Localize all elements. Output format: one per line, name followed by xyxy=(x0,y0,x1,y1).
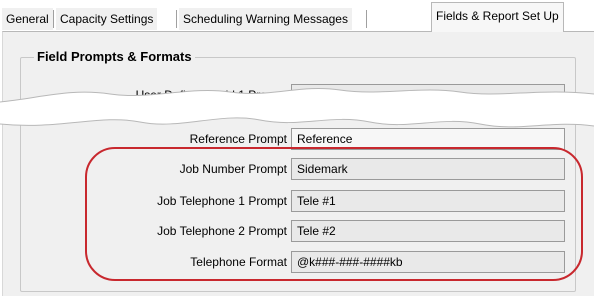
job-number-prompt-label: Job Number Prompt xyxy=(179,162,287,176)
tab-separator xyxy=(366,10,367,28)
tab-capacity-settings[interactable]: Capacity Settings xyxy=(56,8,158,30)
tab-general[interactable]: General xyxy=(2,8,53,30)
telephone-format-input[interactable]: @k###-###-####kb xyxy=(291,251,565,273)
torn-paper-overlay xyxy=(0,87,594,128)
dialog-root: General Capacity Settings Scheduling War… xyxy=(0,0,594,296)
tab-scheduling-warning-messages[interactable]: Scheduling Warning Messages xyxy=(179,8,352,30)
job-telephone-1-prompt-row: Job Telephone 1 Prompt Tele #1 xyxy=(0,190,594,212)
telephone-format-row: Telephone Format @k###-###-####kb xyxy=(0,251,594,273)
tab-separator xyxy=(53,10,54,28)
job-telephone-2-prompt-label: Job Telephone 2 Prompt xyxy=(157,224,287,238)
job-telephone-1-prompt-input[interactable]: Tele #1 xyxy=(291,190,565,212)
job-telephone-2-prompt-input[interactable]: Tele #2 xyxy=(291,220,565,242)
job-telephone-2-prompt-row: Job Telephone 2 Prompt Tele #2 xyxy=(0,220,594,242)
tab-separator xyxy=(176,10,177,28)
group-title: Field Prompts & Formats xyxy=(34,49,195,65)
tab-strip: General Capacity Settings Scheduling War… xyxy=(0,0,594,32)
job-number-prompt-input[interactable]: Sidemark xyxy=(291,158,565,180)
telephone-format-label: Telephone Format xyxy=(190,255,287,269)
tab-fields-report-set-up[interactable]: Fields & Report Set Up xyxy=(431,2,564,32)
job-telephone-1-prompt-label: Job Telephone 1 Prompt xyxy=(157,194,287,208)
job-number-prompt-row: Job Number Prompt Sidemark xyxy=(0,158,594,180)
